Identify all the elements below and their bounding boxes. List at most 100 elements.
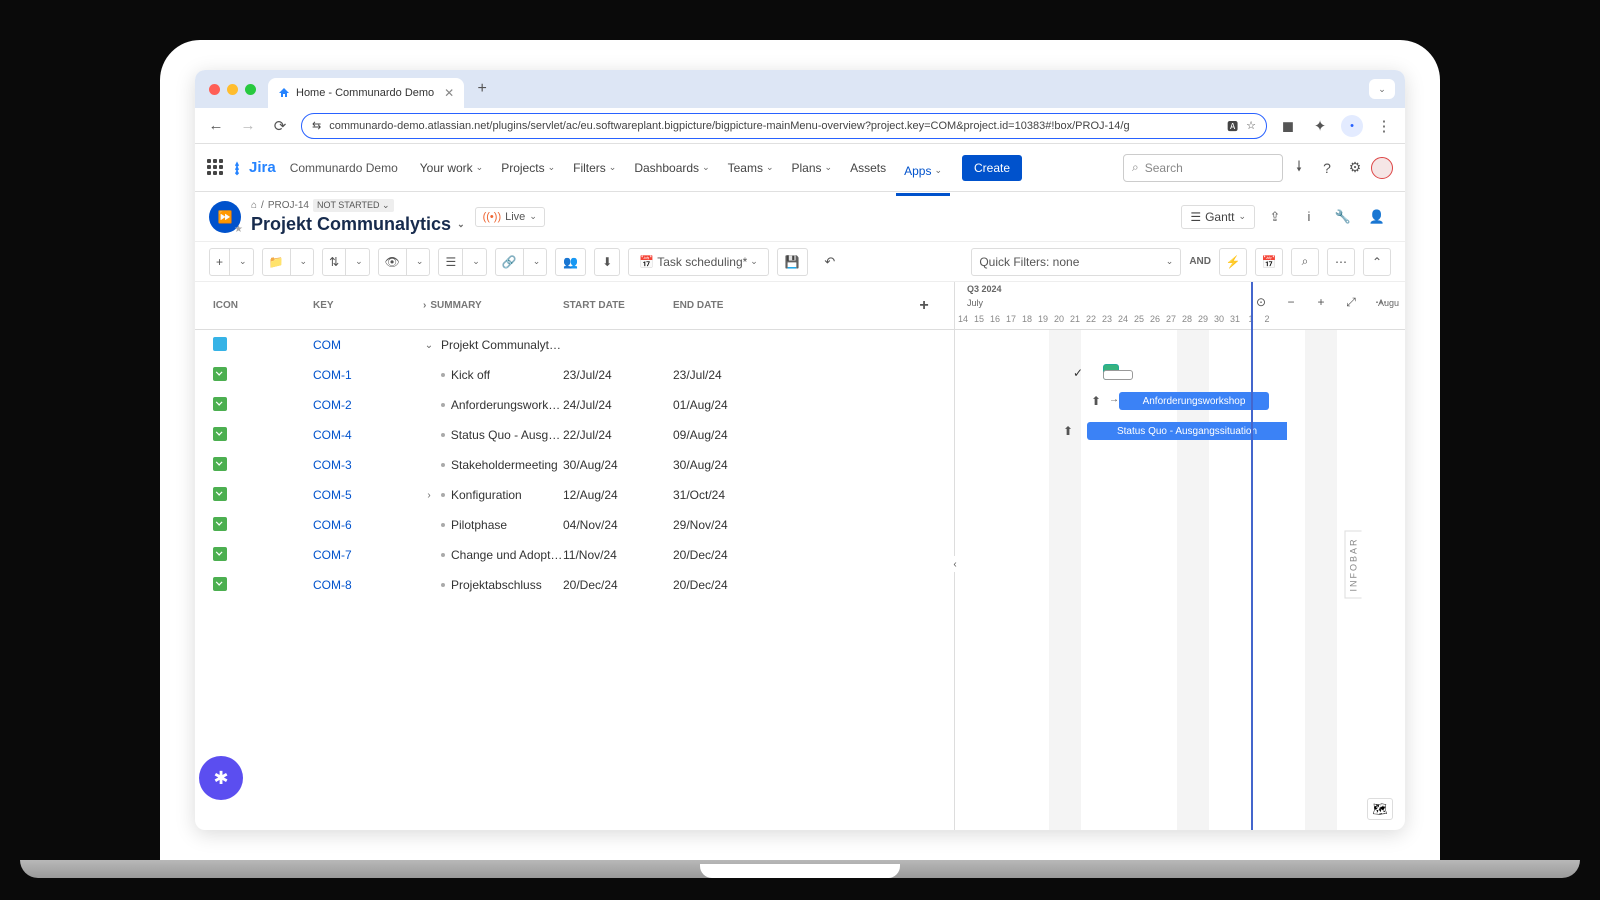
person-icon[interactable]: 👤 <box>1363 203 1391 231</box>
window-close-icon[interactable] <box>209 84 220 95</box>
save-button[interactable]: 💾 <box>777 248 808 276</box>
table-row[interactable]: COM-2 Anforderungsworks... 24/Jul/24 01/… <box>195 390 954 420</box>
back-button[interactable]: ← <box>205 115 227 137</box>
table-row[interactable]: COM-8 Projektabschluss 20/Dec/24 20/Dec/… <box>195 570 954 600</box>
undo-button[interactable]: ↶ <box>816 248 844 276</box>
col-start[interactable]: START DATE <box>563 300 673 311</box>
extensions-puzzle-icon[interactable]: ✦ <box>1309 115 1331 137</box>
add-button[interactable]: +⌄ <box>209 248 254 276</box>
reload-button[interactable]: ⟳ <box>269 115 291 137</box>
col-key[interactable]: KEY <box>313 300 423 311</box>
table-row[interactable]: COM ⌄Projekt Communalytics <box>195 330 954 360</box>
app-switcher-icon[interactable] <box>207 159 225 177</box>
chevron-icon[interactable]: › <box>423 490 435 501</box>
browser-menu-icon[interactable]: ⋮ <box>1373 115 1395 137</box>
table-row[interactable]: COM-6 Pilotphase 04/Nov/24 29/Nov/24 <box>195 510 954 540</box>
issue-key[interactable]: COM-3 <box>313 458 352 472</box>
avatar[interactable] <box>1371 157 1393 179</box>
zoom-out-icon[interactable]: − <box>1277 288 1305 316</box>
table-row[interactable]: COM-4 Status Quo - Ausga... 22/Jul/24 09… <box>195 420 954 450</box>
download-button[interactable]: ⬇ <box>594 248 620 276</box>
issue-key[interactable]: COM-7 <box>313 548 352 562</box>
issue-key[interactable]: COM-6 <box>313 518 352 532</box>
sort-button[interactable]: ⇅⌄ <box>322 248 370 276</box>
bookmark-icon[interactable]: ☆ <box>1246 119 1256 132</box>
folder-button[interactable]: 📁⌄ <box>262 248 315 276</box>
search-tool-icon[interactable]: ⌕ <box>1291 248 1319 276</box>
table-row[interactable]: COM-3 Stakeholdermeeting 30/Aug/24 30/Au… <box>195 450 954 480</box>
create-button[interactable]: Create <box>962 155 1022 181</box>
window-minimize-icon[interactable] <box>227 84 238 95</box>
bolt-icon[interactable]: ⚡ <box>1219 248 1247 276</box>
gantt-bar-status[interactable]: Status Quo - Ausgangssituation <box>1087 422 1287 440</box>
profile-icon[interactable]: • <box>1341 115 1363 137</box>
nav-assets[interactable]: Assets <box>842 155 894 181</box>
extension-icon[interactable]: ◼ <box>1277 115 1299 137</box>
split-handle-icon[interactable]: ‹ <box>947 556 963 572</box>
nav-dashboards[interactable]: Dashboards⌄ <box>626 155 717 181</box>
col-icon[interactable]: ICON <box>213 300 313 311</box>
site-settings-icon[interactable]: ⇆ <box>312 119 321 132</box>
forward-button[interactable]: → <box>237 115 259 137</box>
expand-icon[interactable]: ⤢ <box>1337 288 1365 316</box>
home-icon[interactable]: ⌂ <box>251 200 257 211</box>
translate-icon[interactable]: 🅰 <box>1227 118 1238 134</box>
window-maximize-icon[interactable] <box>245 84 256 95</box>
visibility-button[interactable]: 👁⌄ <box>378 248 431 276</box>
nav-projects[interactable]: Projects⌄ <box>493 155 563 181</box>
issue-key[interactable]: COM-5 <box>313 488 352 502</box>
layout-button[interactable]: ☰⌄ <box>438 248 486 276</box>
site-name[interactable]: Communardo Demo <box>290 161 398 175</box>
quick-filters[interactable]: Quick Filters: none⌄ <box>971 248 1181 276</box>
gantt-bar-anforderung[interactable]: Anforderungsworkshop <box>1119 392 1269 410</box>
search-input[interactable]: ⌕ Search <box>1123 154 1283 182</box>
share-icon[interactable]: ⇪ <box>1261 203 1289 231</box>
col-end[interactable]: END DATE <box>673 300 912 311</box>
browser-tab[interactable]: Home - Communardo Demo ✕ <box>268 78 464 108</box>
issue-key[interactable]: COM-2 <box>313 398 352 412</box>
collapse-icon[interactable]: ⌃ <box>1363 248 1391 276</box>
breadcrumb[interactable]: ⌂ / PROJ-14 NOT STARTED ⌄ <box>251 199 465 212</box>
table-row[interactable]: COM-5 ›Konfiguration 12/Aug/24 31/Oct/24 <box>195 480 954 510</box>
nav-your-work[interactable]: Your work⌄ <box>412 155 491 181</box>
new-tab-button[interactable]: + <box>470 77 494 101</box>
issue-key[interactable]: COM-8 <box>313 578 352 592</box>
team-button[interactable]: 👥 <box>555 248 586 276</box>
add-column-button[interactable]: + <box>912 294 936 318</box>
minimap-icon[interactable]: 🗺 <box>1367 798 1393 820</box>
jira-logo[interactable]: Jira <box>229 159 276 176</box>
help-icon[interactable]: ? <box>1315 156 1339 180</box>
nav-plans[interactable]: Plans⌄ <box>784 155 841 181</box>
nav-apps[interactable]: Apps⌄ <box>896 155 950 196</box>
table-row[interactable]: COM-1 Kick off 23/Jul/24 23/Jul/24 <box>195 360 954 390</box>
nav-filters[interactable]: Filters⌄ <box>565 155 624 181</box>
more-icon[interactable]: ⋯ <box>1327 248 1355 276</box>
zoom-in-icon[interactable]: + <box>1307 288 1335 316</box>
live-badge[interactable]: ((•)) Live⌄ <box>475 207 545 227</box>
tab-overflow-icon[interactable]: ⌄ <box>1369 79 1395 99</box>
bigpicture-icon[interactable]: ⏩ <box>209 201 241 233</box>
notifications-icon[interactable]: 🠗 <box>1287 156 1311 180</box>
page-title[interactable]: Projekt Communalytics⌄ <box>251 214 465 235</box>
task-scheduling-button[interactable]: 📅 Task scheduling* ⌄ <box>628 248 769 276</box>
gantt-body[interactable]: ✓ ⬆ → Anforderungsworkshop ⬆ Status Quo … <box>955 330 1405 830</box>
info-icon[interactable]: i <box>1295 203 1323 231</box>
issue-key[interactable]: COM <box>313 338 341 352</box>
close-icon[interactable]: ✕ <box>444 86 454 100</box>
view-gantt-button[interactable]: ☰ Gantt ⌄ <box>1181 205 1255 229</box>
chevron-icon[interactable]: ⌄ <box>423 340 435 351</box>
status-badge[interactable]: NOT STARTED ⌄ <box>313 199 394 212</box>
gantt-more-icon[interactable]: ⋯ <box>1367 288 1395 316</box>
gantt-bar-outline[interactable] <box>1103 370 1133 380</box>
fab-button[interactable]: ✱ <box>199 756 243 800</box>
calendar-icon[interactable]: 📅 <box>1255 248 1283 276</box>
today-icon[interactable]: ⊙ <box>1247 288 1275 316</box>
col-summary[interactable]: ›SUMMARY <box>423 300 563 311</box>
settings-icon[interactable]: ⚙ <box>1343 156 1367 180</box>
url-input[interactable]: ⇆ communardo-demo.atlassian.net/plugins/… <box>301 113 1267 139</box>
infobar-toggle[interactable]: INFOBAR <box>1344 530 1361 598</box>
link-button[interactable]: 🔗⌄ <box>495 248 548 276</box>
issue-key[interactable]: COM-1 <box>313 368 352 382</box>
table-row[interactable]: COM-7 Change und Adopti... 11/Nov/24 20/… <box>195 540 954 570</box>
nav-teams[interactable]: Teams⌄ <box>720 155 782 181</box>
